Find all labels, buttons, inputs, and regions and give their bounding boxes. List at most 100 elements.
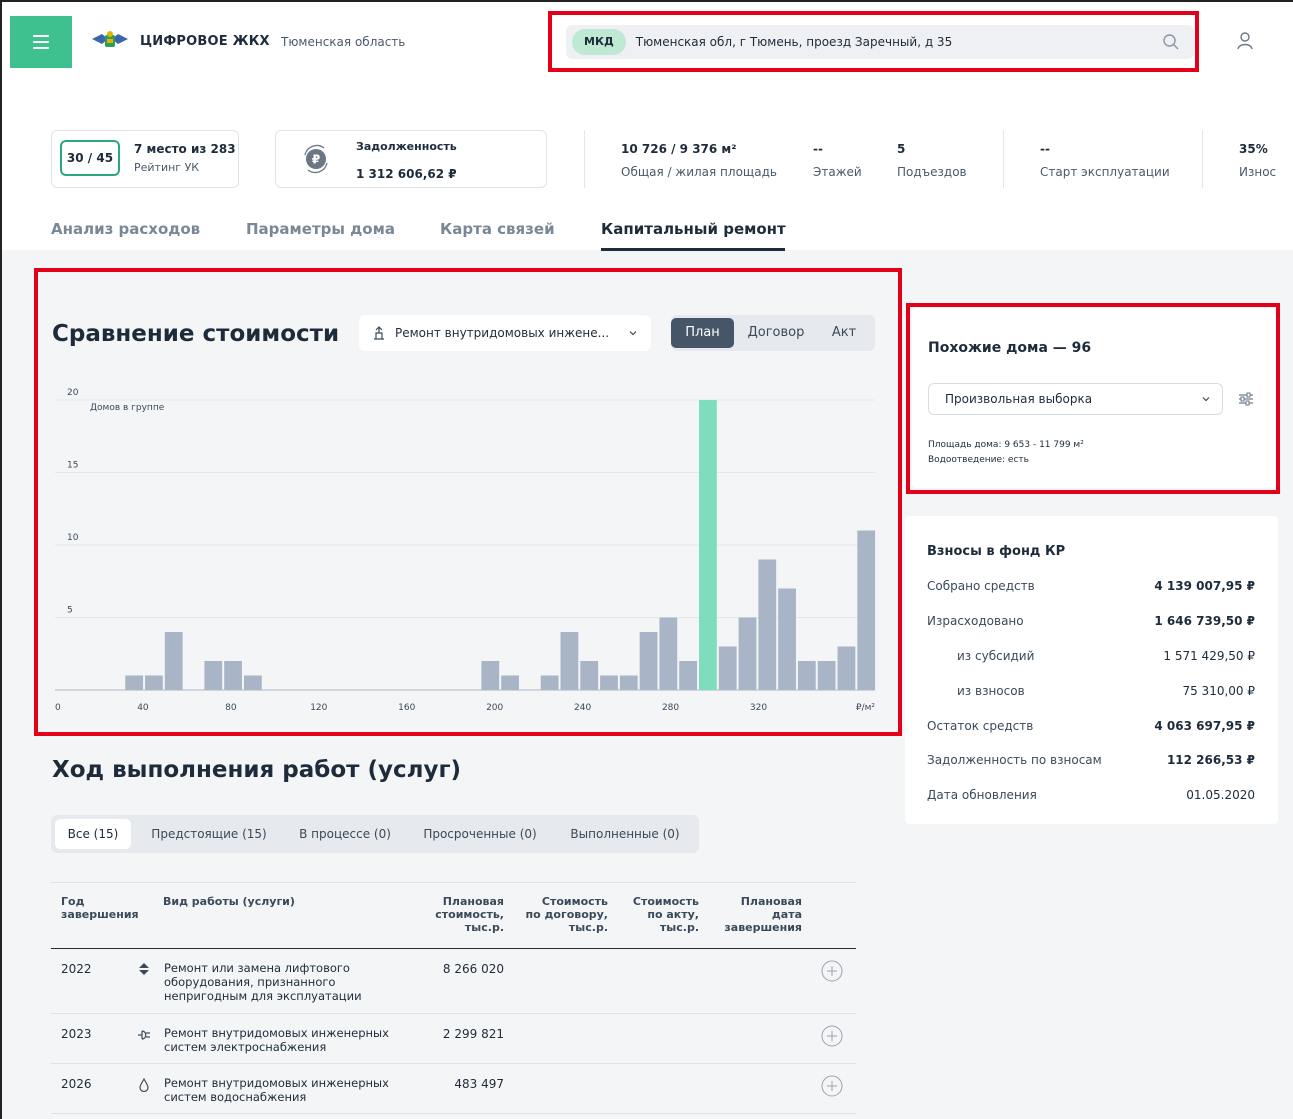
chart-bar [738, 617, 757, 690]
tab-in-progress[interactable]: В процессе (0) [287, 819, 403, 849]
cost-type-switch: План Договор Акт [671, 315, 875, 351]
rating-label: Рейтинг УК [134, 161, 200, 174]
tab-relations-map[interactable]: Карта связей [440, 220, 555, 238]
fund-row-updated: Дата обновления 01.05.2020 [927, 788, 1255, 802]
fund-label: из субсидий [957, 649, 1035, 663]
add-plus-icon[interactable] [821, 1075, 843, 1097]
col-year-line: завершения [61, 908, 139, 921]
work-type-dropdown[interactable]: Ремонт внутридомовых инжене... [359, 315, 651, 351]
progress-title: Ход выполнения работ (услуг) [52, 757, 461, 783]
col-year[interactable]: Год завершения [61, 895, 139, 921]
chart-bar [204, 661, 223, 690]
col-plan-date[interactable]: Плановая дата завершения [711, 895, 802, 934]
house-tabs: Анализ расходов Параметры дома Карта свя… [0, 212, 1293, 250]
menu-icon-line [33, 35, 49, 37]
row-work-line: Ремонт или замена лифтового [164, 961, 350, 975]
col-act-line: тыс.р. [659, 921, 699, 934]
tab-completed[interactable]: Выполненные (0) [557, 819, 693, 849]
chart-bar [540, 675, 559, 690]
tab-capital-repair[interactable]: Капитальный ремонт [601, 220, 786, 238]
chart-bar [145, 675, 163, 690]
row-work: Ремонт внутридомовых инженерных систем в… [164, 1076, 424, 1104]
table-row[interactable]: 2023 Ремонт внутридомовых инженерных сис… [51, 1014, 856, 1064]
col-act-line: Стоимость [632, 895, 699, 908]
area-value: 10 726 / 9 376 м² [621, 142, 737, 156]
col-plan-cost[interactable]: Плановая стоимость, тыс.р. [419, 895, 504, 934]
x-tick-label: 320 [750, 703, 767, 713]
fund-row-contributions: из взносов 75 310,00 ₽ [927, 684, 1255, 698]
segment-act[interactable]: Акт [819, 318, 869, 348]
col-date-line: Плановая [740, 895, 802, 908]
top-header: ЦИФРОВОЕ ЖКХ Тюменская область МКД Тюмен… [0, 0, 1293, 112]
col-work[interactable]: Вид работы (услуги) [163, 895, 295, 908]
debt-value: 1 312 606,62 ₽ [356, 167, 457, 181]
chart-bar [817, 661, 836, 690]
tab-all[interactable]: Все (15) [55, 819, 131, 849]
fund-value: 1 571 429,50 ₽ [1163, 649, 1255, 663]
segment-contract[interactable]: Договор [739, 318, 813, 348]
table-row[interactable]: 2022 Ремонт или замена лифтового оборудо… [51, 949, 856, 1014]
svg-text:₽: ₽ [312, 153, 320, 167]
engineering-systems-icon [374, 326, 384, 340]
x-tick-label: 120 [310, 703, 327, 713]
debt-card[interactable]: ₽ Задолженность 1 312 606,62 ₽ [275, 130, 547, 188]
active-tab-indicator [601, 248, 785, 251]
chart-bar [619, 675, 638, 690]
elevator-icon [139, 963, 149, 975]
x-tick-label: 240 [574, 703, 591, 713]
similar-houses-title: Похожие дома — 96 [928, 340, 1092, 356]
x-tick-label: 0 [55, 703, 61, 713]
address-search-bar[interactable]: МКД Тюменская обл, г Тюмень, проезд Заре… [566, 25, 1194, 59]
fund-value: 4 063 697,95 ₽ [1154, 719, 1255, 733]
fund-value: 4 139 007,95 ₽ [1154, 579, 1255, 593]
x-tick-label: 160 [398, 703, 415, 713]
x-tick-label: 280 [662, 703, 679, 713]
y-tick-label: 10 [67, 533, 79, 543]
x-tick-label: 200 [486, 703, 503, 713]
fund-label: Израсходовано [927, 614, 1024, 628]
table-row[interactable]: 2026 Ремонт внутридомовых инженерных сис… [51, 1064, 856, 1114]
col-plan-line: стоимость, [435, 908, 504, 921]
row-plan-cost: 483 497 [454, 1077, 504, 1091]
tab-overdue[interactable]: Просроченные (0) [411, 819, 549, 849]
sample-dropdown[interactable]: Произвольная выборка [928, 383, 1223, 415]
row-year: 2026 [61, 1077, 92, 1091]
fund-row-subsidies: из субсидий 1 571 429,50 ₽ [927, 649, 1255, 663]
user-profile-icon[interactable] [1236, 31, 1254, 51]
col-act-cost[interactable]: Стоимость по акту, тыс.р. [617, 895, 699, 934]
add-plus-icon[interactable] [821, 960, 843, 982]
col-contract-line: Стоимость [541, 895, 608, 908]
chart-x-axis: 0 40 80 120 160 200 240 280 320 ₽/м² [55, 703, 875, 713]
filter-settings-icon[interactable] [1238, 392, 1254, 406]
area-label: Общая / жилая площадь [621, 165, 777, 179]
app-brand[interactable]: ЦИФРОВОЕ ЖКХ [140, 34, 270, 49]
tab-expense-analysis[interactable]: Анализ расходов [51, 220, 200, 238]
fund-label: Дата обновления [927, 788, 1037, 802]
work-type-value: Ремонт внутридомовых инжене... [395, 326, 610, 340]
tab-house-parameters[interactable]: Параметры дома [246, 220, 395, 238]
search-input[interactable]: Тюменская обл, г Тюмень, проезд Заречный… [636, 35, 1162, 49]
fund-label: Остаток средств [927, 719, 1034, 733]
y-tick-label: 5 [67, 606, 73, 616]
repair-fund-card: Взносы в фонд КР Собрано средств 4 139 0… [905, 516, 1278, 824]
y-tick-label: 20 [67, 388, 79, 398]
search-icon[interactable] [1162, 33, 1180, 51]
wear-label: Износ [1239, 165, 1277, 179]
add-plus-icon[interactable] [821, 1025, 843, 1047]
menu-button[interactable] [10, 16, 72, 68]
y-tick-label: 15 [67, 461, 78, 471]
fund-value: 75 310,00 ₽ [1182, 684, 1255, 698]
col-contract-cost[interactable]: Стоимость по договору, тыс.р. [516, 895, 608, 934]
drainage-filter-note: Водоотведение: есть [928, 455, 1029, 465]
power-plug-icon [138, 1030, 150, 1040]
col-year-line: Год [61, 895, 85, 908]
region-coat-of-arms-logo[interactable] [90, 30, 130, 52]
chart-bar [243, 675, 262, 690]
chart-bar [837, 646, 856, 690]
segment-plan[interactable]: План [671, 318, 734, 348]
col-contract-line: по договору, [525, 908, 608, 921]
tab-upcoming[interactable]: Предстоящие (15) [139, 819, 279, 849]
menu-icon-line [33, 41, 49, 43]
mkd-badge[interactable]: МКД [572, 29, 626, 55]
rating-card[interactable]: 30 / 45 7 место из 283 Рейтинг УК [51, 130, 239, 188]
